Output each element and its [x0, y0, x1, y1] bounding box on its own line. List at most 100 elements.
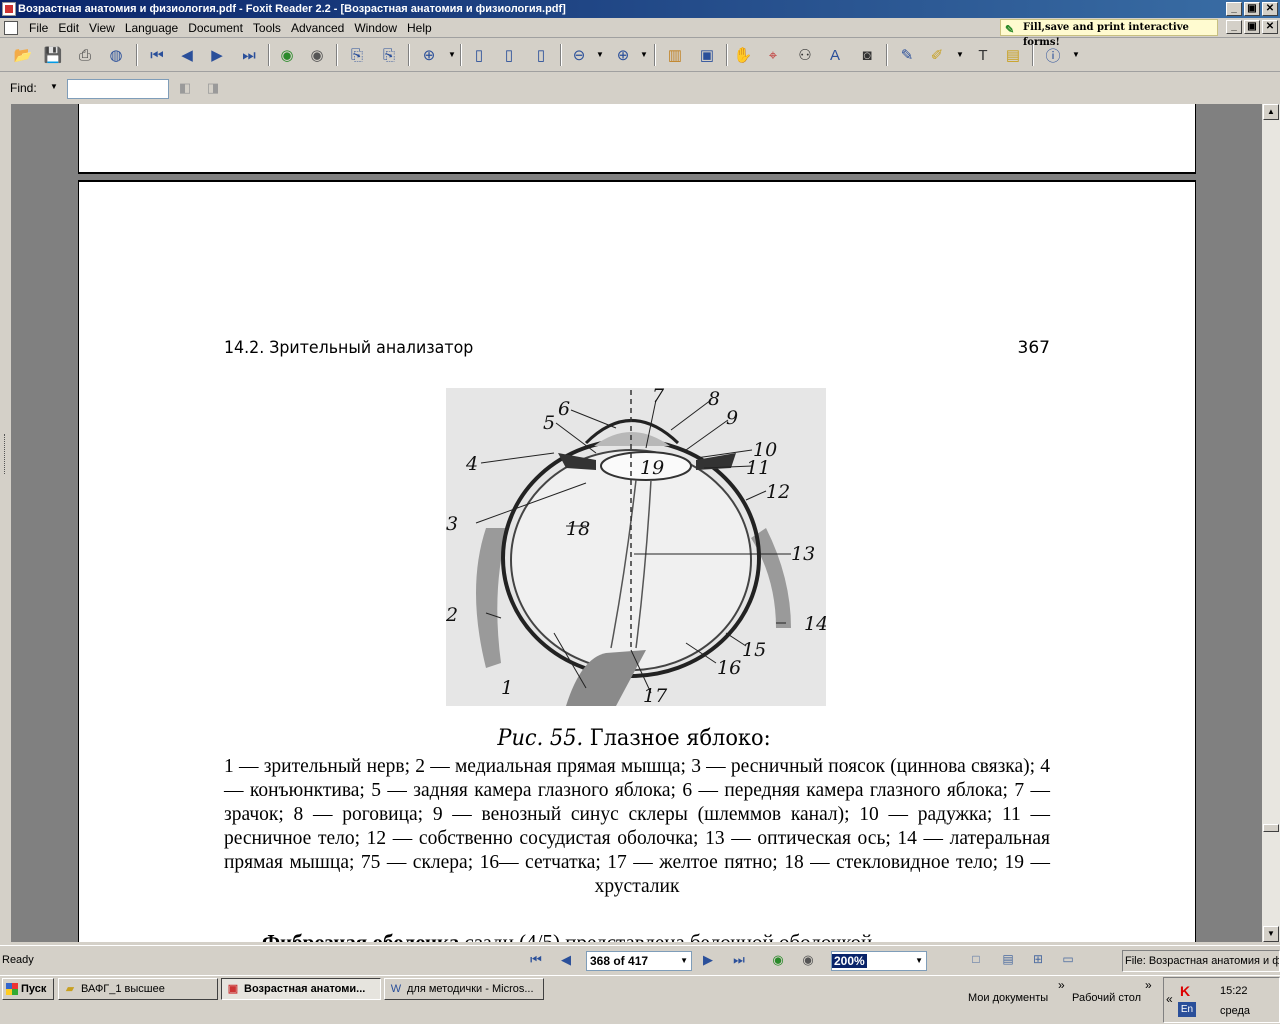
maximize-button[interactable]: ▣: [1244, 2, 1260, 16]
doc-minimize-button[interactable]: _: [1226, 20, 1242, 34]
zoom-box-dropdown-icon[interactable]: ▼: [915, 952, 923, 970]
page-dropdown-icon[interactable]: ▼: [680, 952, 688, 970]
next-page-icon[interactable]: ▶: [206, 44, 228, 66]
bookmarks-icon[interactable]: ▥: [664, 44, 686, 66]
continuous-facing-icon[interactable]: ▭: [1058, 952, 1078, 970]
start-button[interactable]: Пуск: [2, 978, 54, 1000]
find-input[interactable]: [67, 79, 169, 99]
status-bar: Ready ⏮ ◀ 368 of 417 ▼ ▶ ⏭ ◉ ◉ 200% ▼ □ …: [0, 945, 1280, 975]
label-8: 8: [708, 388, 720, 410]
save-icon[interactable]: 💾: [42, 44, 64, 66]
fit-width-icon[interactable]: ▯: [530, 44, 552, 66]
page-number-box[interactable]: 368 of 417 ▼: [586, 951, 692, 971]
first-page-icon[interactable]: ⏮: [146, 44, 168, 66]
system-tray: K En 15:22 среда: [1163, 977, 1280, 1023]
hand-icon[interactable]: ✋: [732, 44, 754, 66]
task-folder-label: ВАФГ_1 высшее: [81, 983, 165, 995]
find-next-icon[interactable]: ◨: [204, 80, 222, 98]
continuous-icon[interactable]: ▤: [998, 952, 1018, 970]
menu-file[interactable]: File: [24, 21, 53, 35]
folder-icon: ▰: [65, 983, 75, 995]
menu-window[interactable]: Window: [349, 21, 402, 35]
scroll-thumb[interactable]: [1263, 824, 1279, 832]
last-page-icon[interactable]: ⏭: [238, 44, 260, 66]
label-14: 14: [804, 613, 826, 635]
info-icon[interactable]: ⓘ: [1042, 44, 1064, 66]
toolbar-separator: [654, 44, 656, 66]
label-18: 18: [566, 518, 590, 540]
menu-tools[interactable]: Tools: [248, 21, 286, 35]
menu-language[interactable]: Language: [120, 21, 183, 35]
pencil-icon[interactable]: ✎: [896, 44, 918, 66]
text-tool-icon[interactable]: T: [972, 44, 994, 66]
rotate-left-icon[interactable]: ⎘: [346, 44, 368, 66]
scroll-down-button[interactable]: ▼: [1263, 926, 1279, 942]
status-next-page-icon[interactable]: ▶: [698, 952, 718, 970]
start-label: Пуск: [21, 983, 47, 995]
zoom-box[interactable]: 200% ▼: [831, 951, 927, 971]
zoom-out-dropdown-icon[interactable]: ▼: [596, 50, 604, 59]
info-dropdown-icon[interactable]: ▼: [1072, 50, 1080, 59]
highlight-dropdown-icon[interactable]: ▼: [956, 50, 964, 59]
task-folder[interactable]: ▰ ВАФГ_1 высшее: [58, 978, 218, 1000]
quick-desktop[interactable]: Рабочий стол: [1072, 992, 1141, 1004]
quick-my-documents[interactable]: Мои документы: [968, 992, 1048, 1004]
folder-open-icon[interactable]: 📂: [12, 44, 34, 66]
status-prev-page-icon[interactable]: ◀: [556, 952, 576, 970]
menu-view[interactable]: View: [84, 21, 120, 35]
forward-icon[interactable]: ◉: [306, 44, 328, 66]
status-forward-icon[interactable]: ◉: [798, 952, 818, 970]
window-icon[interactable]: ▣: [696, 44, 718, 66]
status-first-page-icon[interactable]: ⏮: [526, 952, 546, 970]
previous-page-icon[interactable]: ◀: [176, 44, 198, 66]
fill-forms-banner[interactable]: ✎ Fill,save and print interactive forms!: [1000, 19, 1218, 48]
close-button[interactable]: ✕: [1262, 2, 1278, 16]
single-page-icon[interactable]: □: [966, 952, 986, 970]
zoom-out-icon[interactable]: ⊖: [568, 44, 590, 66]
zoom-plus-dropdown-icon[interactable]: ▼: [640, 50, 648, 59]
menu-edit[interactable]: Edit: [53, 21, 84, 35]
doc-restore-button[interactable]: ▣: [1244, 20, 1260, 34]
task-word[interactable]: W для методички - Micros...: [384, 978, 544, 1000]
zoom-dropdown-icon[interactable]: ▼: [448, 50, 456, 59]
note-icon[interactable]: ▤: [1002, 44, 1024, 66]
select-text-icon[interactable]: ⌖: [762, 44, 784, 66]
label-15: 15: [742, 639, 766, 661]
document-icon[interactable]: [4, 21, 18, 35]
quick-launch-chevron-1[interactable]: »: [1058, 978, 1065, 992]
rotate-right-icon[interactable]: ⎘: [378, 44, 400, 66]
typewriter-icon[interactable]: A: [824, 44, 846, 66]
highlight-icon[interactable]: ✐: [926, 44, 948, 66]
doc-close-button[interactable]: ✕: [1262, 20, 1278, 34]
find-binoculars-icon[interactable]: ⚇: [794, 44, 816, 66]
globe-icon[interactable]: ◍: [105, 44, 127, 66]
quick-launch-chevron-2[interactable]: »: [1145, 978, 1152, 992]
status-back-icon[interactable]: ◉: [768, 952, 788, 970]
task-foxit[interactable]: ▣ Возрастная анатоми...: [221, 978, 381, 1000]
panel-grip[interactable]: [4, 434, 7, 474]
menu-advanced[interactable]: Advanced: [286, 21, 349, 35]
status-last-page-icon[interactable]: ⏭: [729, 952, 749, 970]
menu-help[interactable]: Help: [402, 21, 437, 35]
menu-document[interactable]: Document: [183, 21, 248, 35]
fit-page-icon[interactable]: ▯: [498, 44, 520, 66]
document-viewport[interactable]: 14.2. Зрительный анализатор 367 1 2 3 4 …: [0, 104, 1262, 942]
find-previous-icon[interactable]: ◧: [176, 80, 194, 98]
scroll-up-button[interactable]: ▲: [1263, 104, 1279, 120]
side-panel-handle[interactable]: [0, 104, 12, 942]
snapshot-icon[interactable]: ◙: [856, 44, 878, 66]
back-icon[interactable]: ◉: [276, 44, 298, 66]
current-page: 14.2. Зрительный анализатор 367 1 2 3 4 …: [78, 180, 1196, 942]
facing-icon[interactable]: ⊞: [1028, 952, 1048, 970]
kaspersky-icon[interactable]: K: [1180, 983, 1190, 999]
zoom-in-icon[interactable]: ⊕: [418, 44, 440, 66]
minimize-button[interactable]: _: [1226, 2, 1242, 16]
clock-time: 15:22: [1220, 985, 1248, 997]
language-indicator[interactable]: En: [1178, 1002, 1196, 1017]
zoom-plus-icon[interactable]: ⊕: [612, 44, 634, 66]
vertical-scrollbar[interactable]: ▲ ▼: [1262, 104, 1280, 942]
find-options-dropdown[interactable]: ▼: [50, 82, 58, 91]
toolbar-separator: [336, 44, 338, 66]
actual-size-icon[interactable]: ▯: [468, 44, 490, 66]
print-icon[interactable]: ⎙: [74, 44, 96, 66]
